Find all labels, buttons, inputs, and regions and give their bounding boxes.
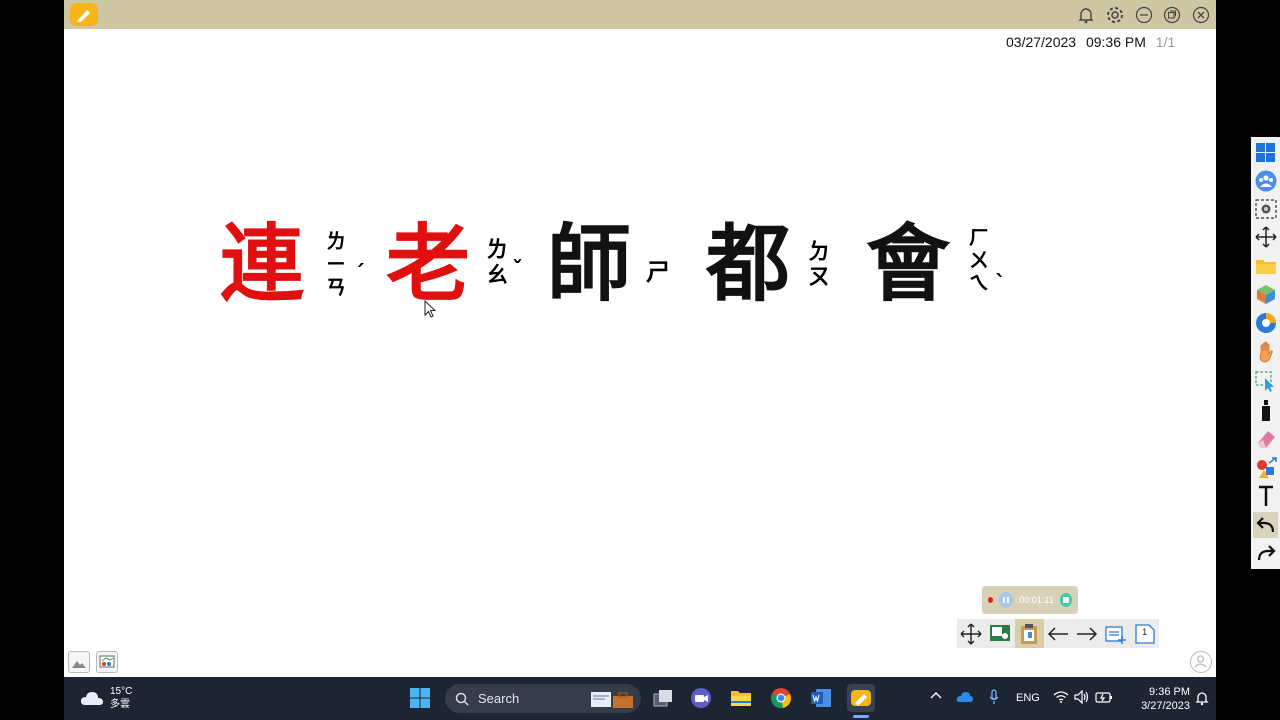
- search-highlight-icon: [591, 691, 633, 708]
- group-users-icon[interactable]: [1253, 168, 1278, 194]
- notification-bell-icon[interactable]: [1195, 690, 1209, 709]
- microphone-icon[interactable]: [988, 689, 1000, 708]
- shapes-icon[interactable]: [1253, 455, 1278, 481]
- gallery-icon[interactable]: [68, 651, 90, 673]
- taskbar-search[interactable]: Search: [445, 684, 641, 713]
- active-app-indicator: [853, 715, 869, 718]
- tone-hui: ˋ: [995, 272, 1006, 297]
- select-cursor-icon[interactable]: [1253, 368, 1278, 394]
- zhuyin-dou: ㄉㄡ: [808, 239, 831, 291]
- hanzi-dou: 都: [706, 214, 791, 313]
- clipboard-icon[interactable]: [1014, 619, 1044, 648]
- page-count-badge: 1: [1142, 627, 1148, 637]
- hand-pan-icon[interactable]: [1253, 339, 1278, 365]
- text-tool-icon[interactable]: [1253, 483, 1278, 509]
- windows-grid-icon[interactable]: [1253, 139, 1278, 165]
- screenshot-icon[interactable]: [1253, 196, 1278, 222]
- right-toolbar: [1251, 137, 1280, 569]
- move-toolbar-icon[interactable]: [957, 619, 986, 648]
- zhuyin-lian: ㄌㄧㄢ: [326, 229, 346, 299]
- zhuyin-lao: ㄌㄠ: [486, 237, 509, 289]
- redo-icon[interactable]: [1253, 540, 1278, 566]
- restore-icon[interactable]: [1161, 4, 1183, 26]
- add-page-icon[interactable]: [1101, 619, 1130, 648]
- tone-lao: ˇ: [512, 258, 523, 283]
- file-explorer-icon: [731, 691, 751, 706]
- cloud-icon: [81, 692, 103, 705]
- page-toolbar: 1: [957, 619, 1159, 648]
- tray-overflow-icon[interactable]: [930, 690, 942, 703]
- eraser-icon[interactable]: [1253, 426, 1278, 452]
- search-placeholder: Search: [478, 691, 520, 706]
- canvas-background-icon[interactable]: [96, 651, 118, 673]
- file-explorer-button[interactable]: [727, 684, 755, 712]
- screen: 03/27/2023 09:36 PM 1/1 連 ㄌㄧㄢ ˊ 老 ㄌㄠ ˇ 師…: [0, 0, 1280, 720]
- hanzi-lian: 連: [220, 214, 305, 313]
- weather-widget[interactable]: 15°C 多雲: [80, 685, 132, 711]
- whiteboard-window: 03/27/2023 09:36 PM 1/1 連 ㄌㄧㄢ ˊ 老 ㄌㄠ ˇ 師…: [64, 0, 1280, 677]
- presentation-board-icon[interactable]: [986, 619, 1015, 648]
- tone-lian: ˊ: [354, 262, 365, 287]
- pen-logo-icon[interactable]: [70, 3, 98, 26]
- undo-icon[interactable]: [1253, 512, 1278, 538]
- whiteboard-app-button[interactable]: [847, 684, 875, 712]
- hanzi-hui: 會: [866, 214, 951, 313]
- battery-icon[interactable]: [1095, 690, 1113, 707]
- zhuyin-hui: ㄏㄨㄟ: [969, 225, 989, 295]
- title-bar: [64, 0, 1216, 29]
- 3d-resources-icon[interactable]: [1253, 281, 1278, 307]
- close-icon[interactable]: [1190, 4, 1212, 26]
- folder-icon[interactable]: [1253, 253, 1278, 279]
- windows-taskbar: 15°C 多雲 Search ENG 9:36 PM 3/27/2023: [64, 677, 1216, 720]
- board-time: 09:36 PM: [1085, 34, 1146, 50]
- language-indicator[interactable]: ENG: [1016, 692, 1040, 704]
- zhuyin-shi: ㄕ: [646, 257, 670, 286]
- recording-dot-icon: [988, 597, 994, 603]
- next-page-icon[interactable]: [1072, 619, 1101, 648]
- video-meet-icon: [691, 688, 711, 708]
- page-indicator: 1/1: [1155, 34, 1176, 50]
- weather-desc: 多雲: [110, 699, 130, 710]
- stop-icon[interactable]: [1059, 593, 1072, 607]
- page-list-button[interactable]: 1: [1130, 619, 1159, 648]
- hanzi-shi: 師: [547, 214, 632, 313]
- user-account-icon[interactable]: [1190, 651, 1212, 673]
- meet-button[interactable]: [687, 684, 715, 712]
- chrome-button[interactable]: [767, 684, 795, 712]
- board-datetime: 03/27/2023 09:36 PM 1/1: [1006, 34, 1175, 50]
- move-arrows-icon[interactable]: [1253, 224, 1278, 250]
- clock-date: 3/27/2023: [1141, 700, 1190, 712]
- onedrive-icon[interactable]: [956, 691, 974, 706]
- search-icon: [455, 692, 469, 706]
- hanzi-lao: 老: [386, 214, 471, 313]
- volume-icon[interactable]: [1074, 689, 1090, 707]
- pause-icon[interactable]: [999, 592, 1014, 608]
- screen-recorder: 00:01:11: [982, 586, 1078, 614]
- mouse-cursor-icon: [424, 300, 437, 318]
- recording-timer: 00:01:11: [1019, 595, 1054, 605]
- browser-icon[interactable]: [1253, 310, 1278, 336]
- gear-icon[interactable]: [1104, 4, 1126, 26]
- weather-text: 15°C 多雲: [110, 685, 132, 711]
- wifi-icon[interactable]: [1053, 691, 1069, 706]
- task-view-icon: [653, 690, 672, 707]
- marker-pen-icon[interactable]: [1253, 398, 1278, 424]
- weather-temp: 15°C: [110, 686, 133, 697]
- windows-start-icon: [410, 688, 430, 708]
- word-icon: [811, 689, 831, 707]
- clock-time: 9:36 PM: [1149, 686, 1190, 698]
- word-button[interactable]: [807, 684, 835, 712]
- taskbar-clock[interactable]: 9:36 PM 3/27/2023: [1128, 685, 1190, 713]
- chrome-icon: [771, 688, 791, 709]
- board-date: 03/27/2023: [1006, 34, 1077, 50]
- previous-page-icon[interactable]: [1044, 619, 1073, 648]
- task-view-button[interactable]: [649, 684, 677, 712]
- minimize-icon[interactable]: [1133, 4, 1155, 26]
- start-button[interactable]: [406, 684, 434, 712]
- bell-icon[interactable]: [1075, 4, 1097, 26]
- whiteboard-app-icon: [851, 690, 871, 706]
